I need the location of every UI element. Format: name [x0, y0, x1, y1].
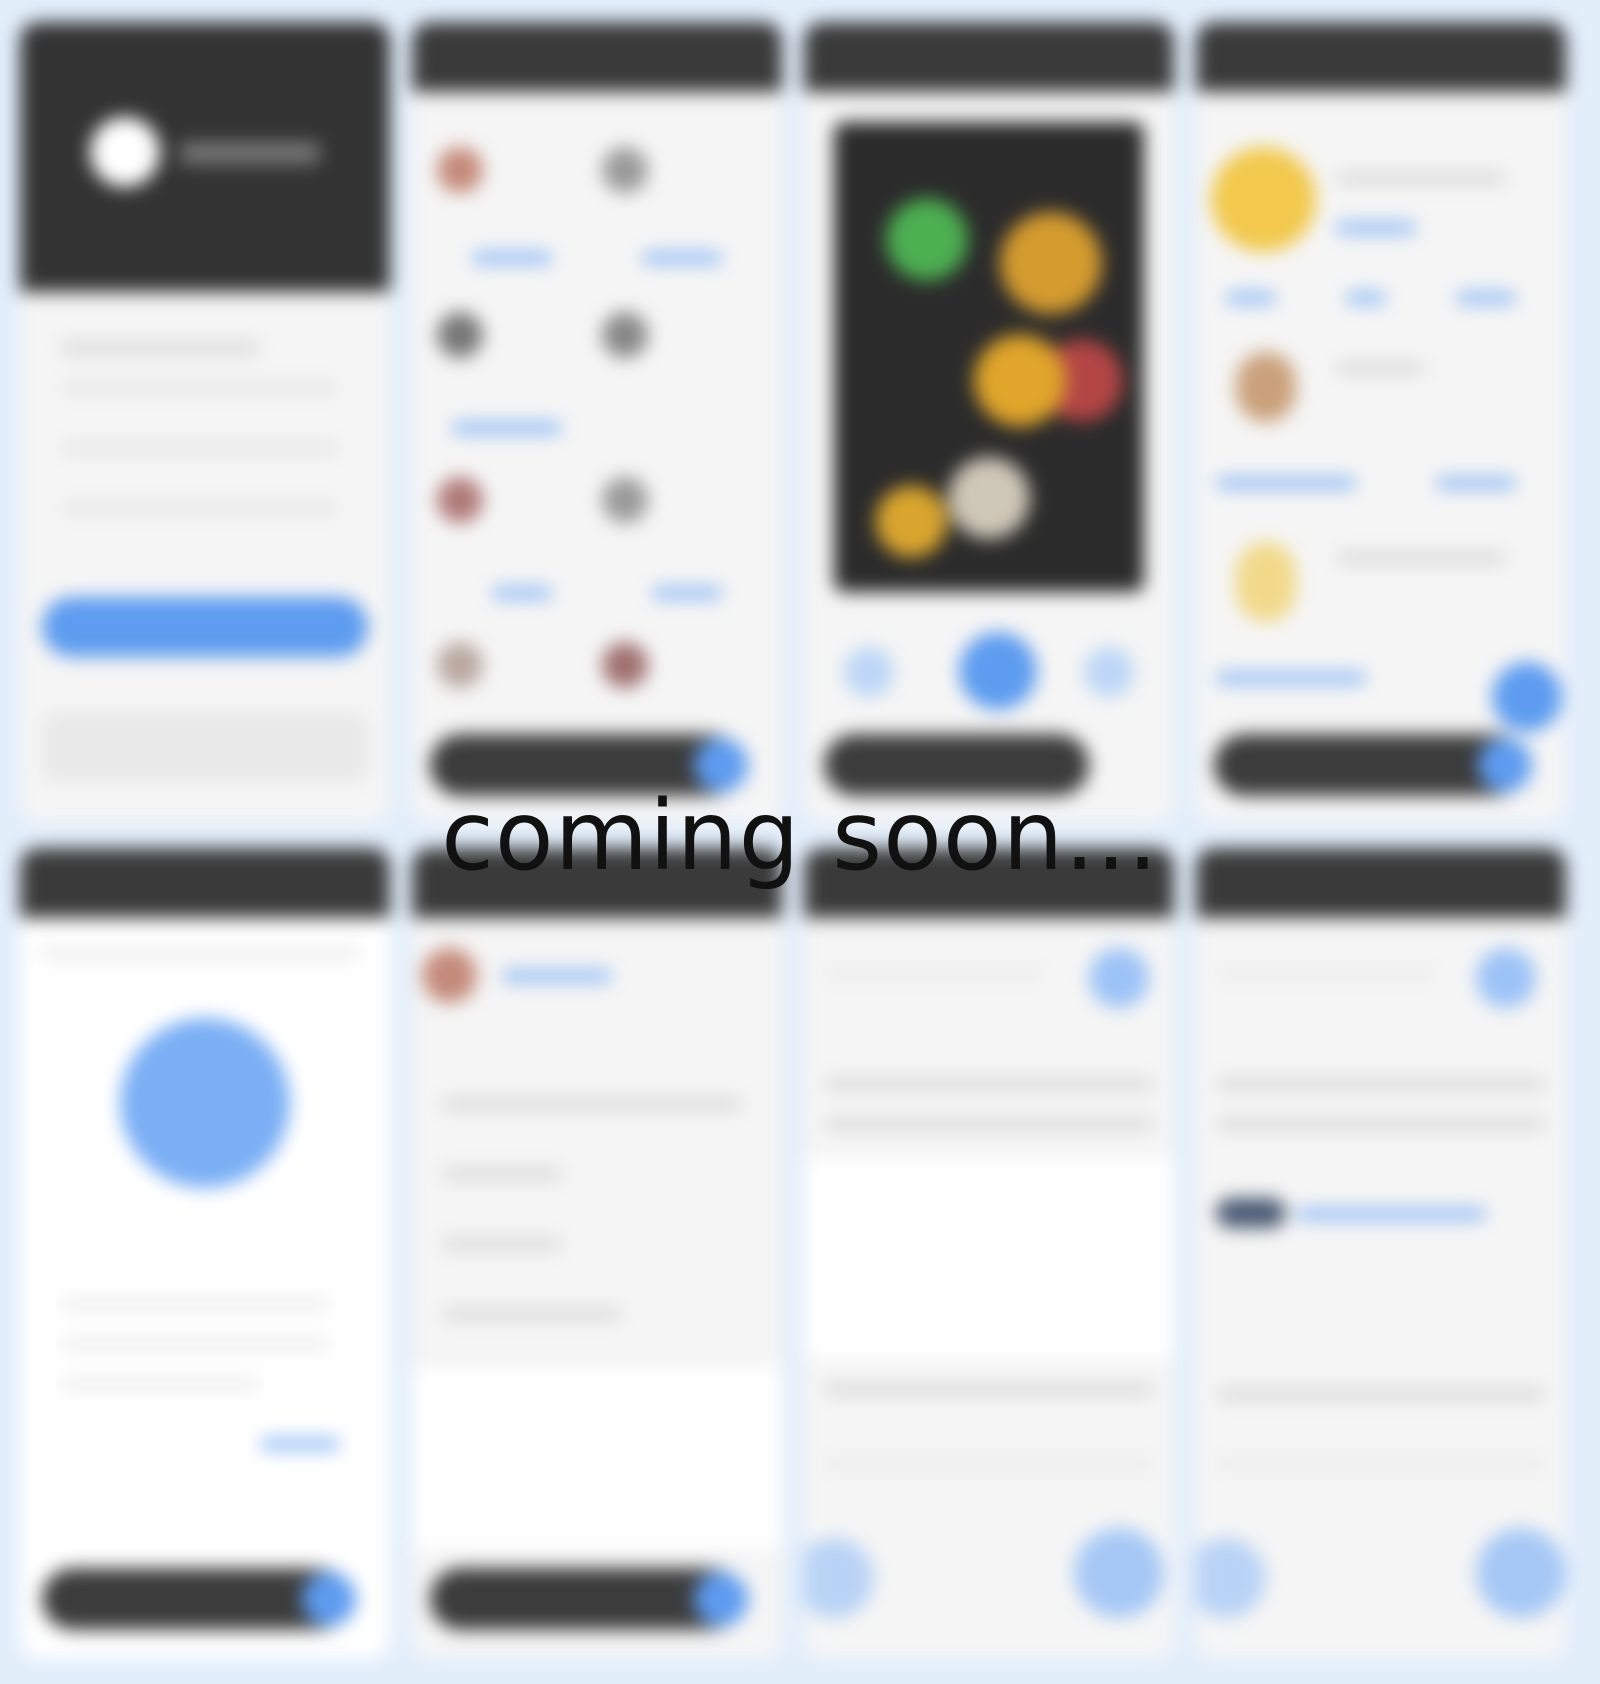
contact-avatar	[437, 312, 483, 358]
screen-feed-list	[1196, 22, 1566, 822]
photo-image	[834, 122, 1144, 592]
right-action-icon[interactable]	[1476, 1528, 1566, 1618]
next-icon[interactable]	[1084, 647, 1134, 697]
user-avatar	[422, 948, 477, 1003]
top-bar	[1196, 22, 1566, 92]
top-bar	[412, 22, 782, 92]
fab-button[interactable]	[1492, 662, 1562, 732]
contact-avatar	[602, 477, 648, 523]
contact-avatar	[437, 147, 483, 193]
profile-avatar-icon	[120, 1018, 290, 1188]
feed-avatar	[1211, 147, 1316, 252]
top-bar	[804, 22, 1174, 92]
feed-avatar	[1236, 352, 1296, 422]
login-header	[20, 22, 390, 292]
contact-avatar	[437, 477, 483, 523]
nav-fab[interactable]	[694, 1572, 748, 1626]
nav-fab[interactable]	[302, 1572, 356, 1626]
screen-chat	[1196, 848, 1566, 1658]
prev-icon[interactable]	[844, 647, 894, 697]
left-action-icon[interactable]	[804, 1538, 874, 1618]
logo-icon	[90, 117, 160, 187]
screen-contacts-grid	[412, 22, 782, 822]
screen-profile	[20, 848, 390, 1658]
contact-avatar	[602, 642, 648, 688]
secondary-button[interactable]	[42, 712, 368, 782]
left-action-icon[interactable]	[1196, 1538, 1266, 1618]
coming-soon-label: coming soon...	[441, 780, 1159, 892]
contact-avatar	[602, 147, 648, 193]
screen-login	[20, 22, 390, 822]
play-icon[interactable]	[959, 632, 1037, 710]
screen-editor	[804, 848, 1174, 1658]
feed-avatar	[1236, 542, 1296, 622]
screen-settings-list	[412, 848, 782, 1658]
screen-photo-view	[804, 22, 1174, 822]
action-icon[interactable]	[1089, 948, 1149, 1008]
chat-bubble	[1216, 1198, 1286, 1228]
login-button[interactable]	[42, 597, 368, 657]
contact-avatar	[602, 312, 648, 358]
action-icon[interactable]	[1476, 948, 1536, 1008]
right-action-icon[interactable]	[1074, 1528, 1164, 1618]
contact-avatar	[437, 642, 483, 688]
bottom-nav-bar[interactable]	[42, 1568, 356, 1630]
bottom-nav-bar[interactable]	[430, 1568, 748, 1630]
